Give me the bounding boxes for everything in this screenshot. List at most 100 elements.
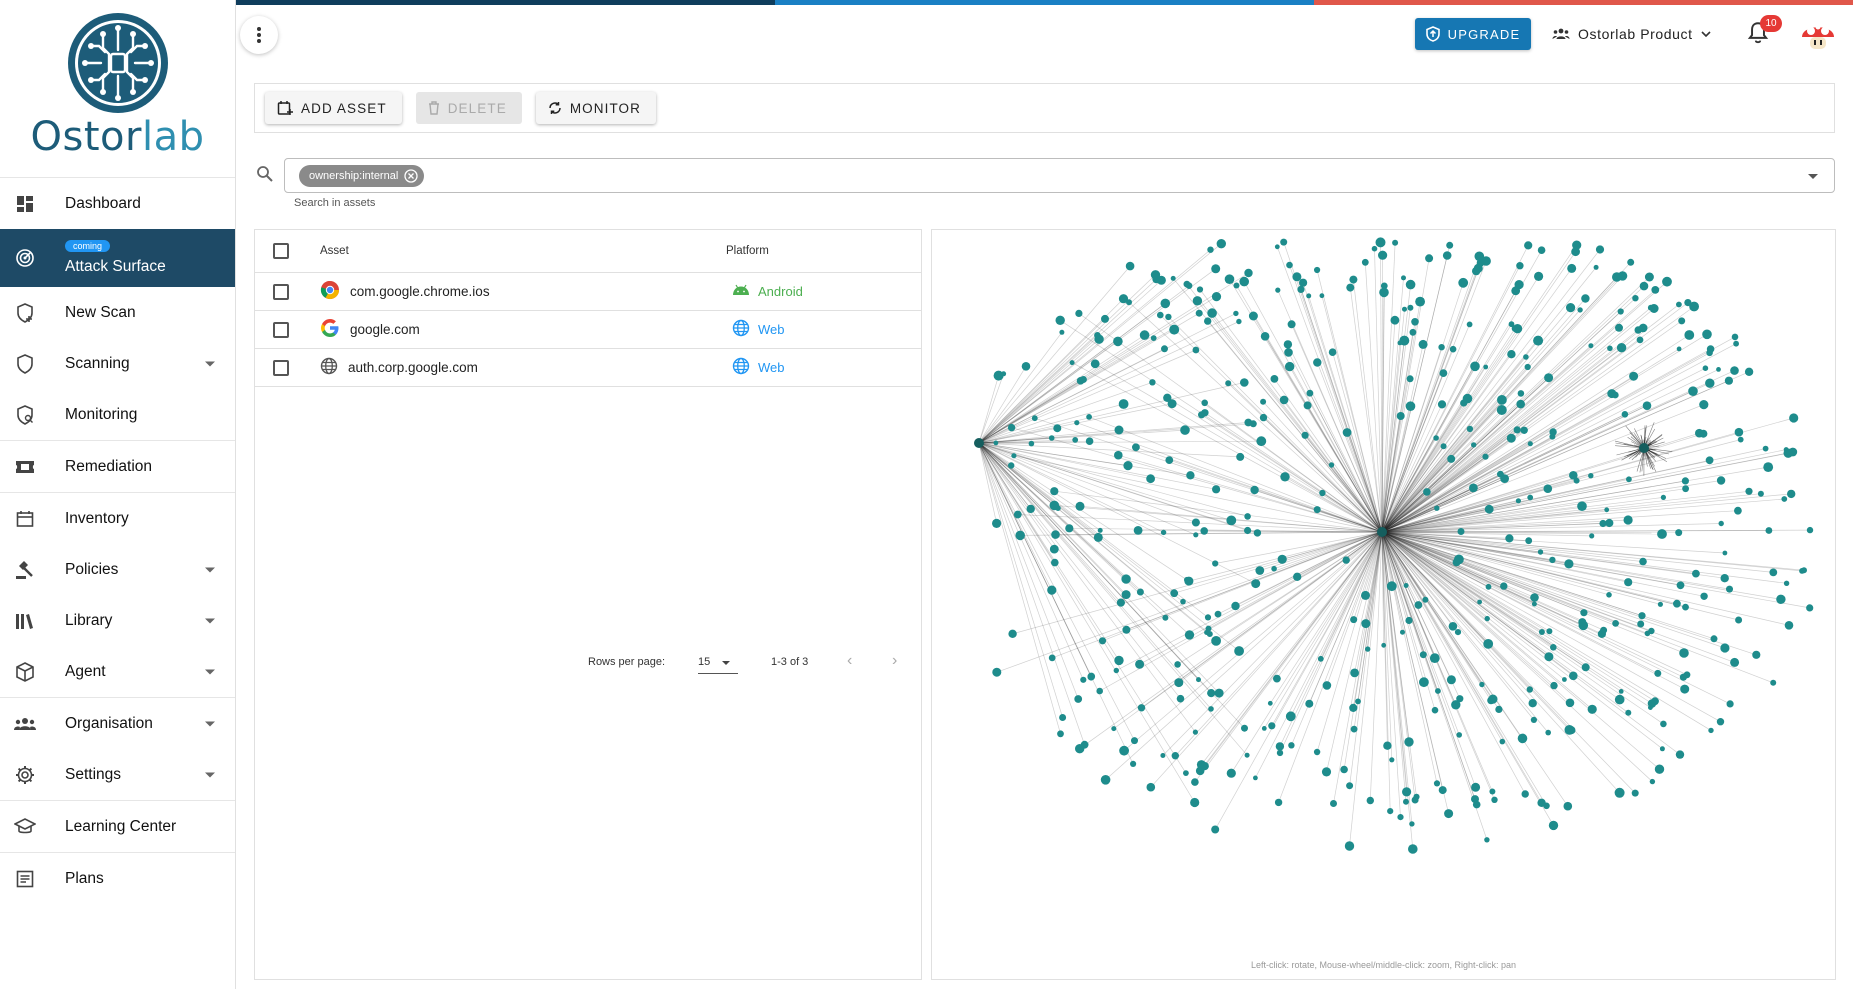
graph-node[interactable]: [1161, 345, 1168, 353]
graph-node[interactable]: [1226, 768, 1236, 778]
graph-node[interactable]: [1434, 505, 1440, 511]
graph-node[interactable]: [1240, 378, 1249, 387]
rows-per-page-select[interactable]: 15: [698, 652, 738, 674]
graph-node[interactable]: [1660, 494, 1666, 500]
graph-node[interactable]: [1616, 343, 1627, 353]
organisation-selector[interactable]: Ostorlab Product: [1552, 22, 1711, 46]
graph-node[interactable]: [1165, 456, 1174, 464]
graph-node[interactable]: [1708, 727, 1714, 734]
graph-node[interactable]: [1379, 287, 1389, 298]
graph-node[interactable]: [1387, 808, 1394, 815]
graph-node[interactable]: [1644, 272, 1654, 282]
graph-node[interactable]: [1201, 399, 1208, 407]
graph-node[interactable]: [1132, 443, 1140, 452]
graph-node[interactable]: [1119, 745, 1129, 756]
graph-node[interactable]: [1499, 738, 1506, 745]
graph-node[interactable]: [1621, 411, 1629, 418]
graph-node[interactable]: [1567, 726, 1576, 735]
graph-node[interactable]: [1657, 529, 1667, 539]
graph-node[interactable]: [1239, 276, 1249, 287]
graph-node[interactable]: [1059, 714, 1067, 721]
graph-node[interactable]: [1537, 246, 1546, 254]
graph-node[interactable]: [1342, 556, 1350, 564]
graph-node[interactable]: [1563, 801, 1573, 811]
graph-node[interactable]: [1726, 585, 1733, 593]
graph-node[interactable]: [1007, 423, 1016, 432]
graph-node[interactable]: [1125, 261, 1135, 271]
graph-node[interactable]: [1702, 365, 1709, 371]
graph-node[interactable]: [1681, 477, 1689, 485]
graph-node[interactable]: [1072, 437, 1079, 443]
graph-node[interactable]: [1185, 282, 1193, 289]
chevron-left-icon[interactable]: ‹: [847, 652, 852, 670]
graph-node[interactable]: [1100, 775, 1111, 785]
graph-node[interactable]: [1319, 489, 1326, 497]
graph-node[interactable]: [1381, 642, 1387, 648]
graph-node[interactable]: [1745, 487, 1753, 495]
graph-node[interactable]: [1244, 526, 1252, 535]
graph-node[interactable]: [1086, 414, 1092, 420]
graph-node[interactable]: [1648, 627, 1655, 635]
graph-node[interactable]: [1680, 684, 1690, 694]
graph-node[interactable]: [1651, 697, 1659, 706]
graph-node[interactable]: [1349, 703, 1358, 712]
graph-node[interactable]: [1454, 554, 1464, 565]
graph-node[interactable]: [1275, 742, 1285, 751]
graph-node[interactable]: [1678, 317, 1686, 325]
graph-node[interactable]: [1684, 330, 1695, 340]
graph-node[interactable]: [1186, 471, 1195, 480]
graph-node[interactable]: [1293, 572, 1302, 581]
graph-node[interactable]: [1485, 583, 1492, 590]
graph-node[interactable]: [1163, 393, 1172, 402]
graph-node[interactable]: [1050, 487, 1059, 496]
graph-node[interactable]: [1588, 473, 1594, 479]
graph-node[interactable]: [1226, 515, 1237, 526]
graph-node[interactable]: [1511, 325, 1519, 332]
graph-node[interactable]: [1146, 474, 1155, 484]
sidebar-item-remediation[interactable]: Remediation: [0, 441, 235, 492]
graph-node[interactable]: [1784, 621, 1794, 630]
graph-node[interactable]: [1514, 280, 1524, 290]
graph-node[interactable]: [1192, 346, 1200, 354]
graph-node[interactable]: [1118, 399, 1129, 409]
graph-node[interactable]: [1200, 527, 1208, 535]
graph-node[interactable]: [1248, 311, 1258, 321]
graph-node[interactable]: [1160, 298, 1171, 309]
graph-node[interactable]: [1731, 333, 1739, 341]
graph-node[interactable]: [1550, 644, 1557, 651]
graph-node[interactable]: [1284, 348, 1293, 357]
graph-node[interactable]: [1011, 453, 1017, 459]
graph-node[interactable]: [1491, 796, 1498, 803]
graph-node[interactable]: [1053, 424, 1062, 433]
graph-node[interactable]: [1288, 742, 1295, 749]
graph-node[interactable]: [1261, 726, 1267, 731]
graph-node[interactable]: [1192, 729, 1198, 735]
graph-node[interactable]: [1349, 275, 1358, 284]
graph-node[interactable]: [1724, 376, 1733, 385]
graph-node[interactable]: [1137, 704, 1146, 712]
graph-node[interactable]: [1121, 590, 1131, 600]
graph-node[interactable]: [1361, 619, 1371, 629]
graph-node[interactable]: [1429, 653, 1440, 663]
graph-node[interactable]: [1765, 527, 1773, 534]
graph-node[interactable]: [1527, 494, 1534, 501]
graph-node[interactable]: [1733, 340, 1739, 347]
sidebar-item-policies[interactable]: Policies: [0, 544, 235, 595]
graph-hub-node[interactable]: [1639, 443, 1649, 453]
upgrade-button[interactable]: UPGRADE: [1415, 18, 1531, 50]
graph-node[interactable]: [1146, 782, 1156, 792]
graph-node[interactable]: [1408, 844, 1418, 854]
graph-node[interactable]: [1165, 313, 1172, 321]
graph-node[interactable]: [1484, 504, 1494, 514]
graph-node[interactable]: [1617, 308, 1624, 315]
filter-chip[interactable]: ownership:internal: [299, 165, 425, 187]
graph-node[interactable]: [1496, 405, 1507, 415]
graph-node[interactable]: [1569, 671, 1578, 681]
graph-node[interactable]: [1783, 448, 1793, 458]
sidebar-item-attack-surface[interactable]: coming Attack Surface: [0, 229, 235, 287]
graph-node[interactable]: [1454, 629, 1462, 636]
graph-node[interactable]: [1624, 578, 1633, 587]
graph-node[interactable]: [1211, 825, 1220, 834]
graph-node[interactable]: [1679, 648, 1689, 658]
graph-node[interactable]: [1806, 604, 1814, 612]
